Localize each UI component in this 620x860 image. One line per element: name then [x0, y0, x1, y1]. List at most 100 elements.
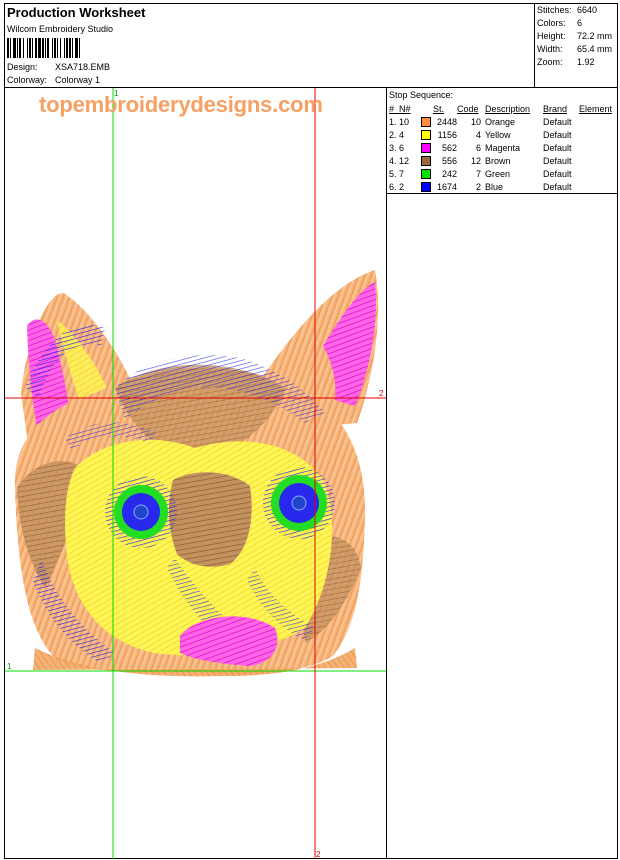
table-row: 2. 4 1156 4 Yellow Default [389, 128, 612, 141]
colors-label: Colors: [537, 18, 566, 28]
table-row: 1. 10 2448 10 Orange Default [389, 115, 612, 128]
worksheet-title: Production Worksheet [7, 5, 146, 20]
colors-value: 6 [577, 18, 583, 28]
table-row: 5. 7 242 7 Green Default [389, 167, 612, 180]
header-hash: # [389, 103, 395, 114]
col-header-description: Description [485, 103, 531, 114]
red-marker-right: 2 [379, 389, 384, 398]
thread-brand: Default [543, 129, 572, 140]
col-header-num: # N# [389, 102, 421, 115]
width-value: 65.4 mm [577, 44, 613, 54]
stitch-count: 1674 [436, 181, 457, 192]
barcode-bar [80, 38, 82, 58]
color-swatch [421, 167, 433, 180]
thread-code: 6 [475, 142, 481, 153]
zoom-value: 1.92 [577, 57, 595, 67]
col-header-element: Element [579, 103, 613, 114]
cat-embroidery-image: 1 1 2 2 [5, 88, 386, 859]
thread-code: 7 [475, 168, 481, 179]
watermark-text: topembroiderydesigns.com [39, 92, 323, 117]
stitches-row: Stitches: 6640 [537, 4, 617, 17]
stitch-count: 2448 [436, 116, 457, 127]
stop-number: 3. 6 [389, 142, 405, 153]
stop-sequence-table: # N# St. Code Description Brand Element … [389, 102, 612, 193]
red-marker-bottom: 2 [316, 850, 321, 859]
thread-description: Yellow [485, 129, 511, 140]
height-value: 72.2 mm [577, 31, 613, 41]
swatch-box [421, 116, 431, 127]
stop-sequence-title: Stop Sequence: [389, 90, 454, 100]
zoom-label: Zoom: [537, 57, 563, 67]
stop-number: 4. 12 [389, 155, 410, 166]
col-header-brand: Brand [543, 103, 568, 114]
zoom-row: Zoom: 1.92 [537, 56, 617, 69]
element [579, 180, 612, 193]
stitches-value: 6640 [577, 5, 598, 15]
width-row: Width: 65.4 mm [537, 43, 617, 56]
design-preview: 1 1 2 2 topembroiderydesigns.com [5, 88, 387, 859]
stitch-count: 562 [441, 142, 457, 153]
stitch-count: 556 [441, 155, 457, 166]
width-label: Width: [537, 44, 563, 54]
swatch-box [421, 168, 431, 179]
color-swatch [421, 154, 433, 167]
worksheet-header: Production Worksheet Wilcom Embroidery S… [5, 4, 617, 88]
thread-brand: Default [543, 116, 572, 127]
table-row: 3. 6 562 6 Magenta Default [389, 141, 612, 154]
barcode [7, 38, 133, 58]
height-label: Height: [537, 31, 566, 41]
thread-brand: Default [543, 155, 572, 166]
swatch-box [421, 155, 431, 166]
stats-panel: Stitches: 6640 Colors: 6 Height: 72.2 mm Wi… [534, 4, 617, 88]
col-header-st: St. [433, 103, 445, 114]
stitches-label: Stitches: [537, 5, 572, 15]
green-marker-left: 1 [7, 662, 12, 671]
table-row: 6. 2 1674 2 Blue Default [389, 180, 612, 193]
thread-brand: Default [543, 168, 572, 179]
color-swatch [421, 128, 433, 141]
cat-design [14, 270, 379, 677]
thread-description: Brown [485, 155, 511, 166]
height-row: Height: 72.2 mm [537, 30, 617, 43]
table-header-row: # N# St. Code Description Brand Element [389, 102, 612, 115]
element [579, 154, 612, 167]
design-row: Design: XSA718.EMB [7, 62, 110, 72]
left-eye [105, 476, 177, 548]
colors-row: Colors: 6 [537, 17, 617, 30]
element [579, 115, 612, 128]
stitch-count: 242 [441, 168, 457, 179]
swatch-box [421, 129, 431, 140]
thread-description: Green [485, 168, 511, 179]
element [579, 128, 612, 141]
thread-brand: Default [543, 181, 572, 192]
element [579, 167, 612, 180]
thread-description: Orange [485, 116, 516, 127]
color-swatch [421, 115, 433, 128]
table-row: 4. 12 556 12 Brown Default [389, 154, 612, 167]
header-n: N# [399, 103, 411, 114]
element [579, 141, 612, 154]
thread-code: 2 [475, 181, 481, 192]
col-header-swatch [421, 102, 433, 115]
colorway-value: Colorway 1 [55, 75, 101, 85]
colorway-label: Colorway: [7, 75, 48, 85]
worksheet: Production Worksheet Wilcom Embroidery S… [4, 3, 618, 859]
thread-description: Magenta [485, 142, 521, 153]
colorway-row: Colorway: Colorway 1 [7, 75, 100, 85]
design-label: Design: [7, 62, 38, 72]
thread-code: 12 [470, 155, 481, 166]
stop-sequence-panel: Stop Sequence: # N# St. Code Description… [387, 88, 617, 194]
col-header-code: Code [457, 103, 479, 114]
stitch-count: 1156 [437, 129, 457, 140]
thread-description: Blue [485, 181, 504, 192]
design-value: XSA718.EMB [55, 62, 111, 72]
thread-brand: Default [543, 142, 572, 153]
stop-number: 6. 2 [389, 181, 405, 192]
stop-number: 2. 4 [389, 129, 405, 140]
right-eye [263, 467, 335, 539]
stop-number: 5. 7 [389, 168, 405, 179]
color-swatch [421, 141, 433, 154]
thread-code: 10 [470, 116, 481, 127]
swatch-box [421, 181, 431, 192]
stop-number: 1. 10 [389, 116, 410, 127]
